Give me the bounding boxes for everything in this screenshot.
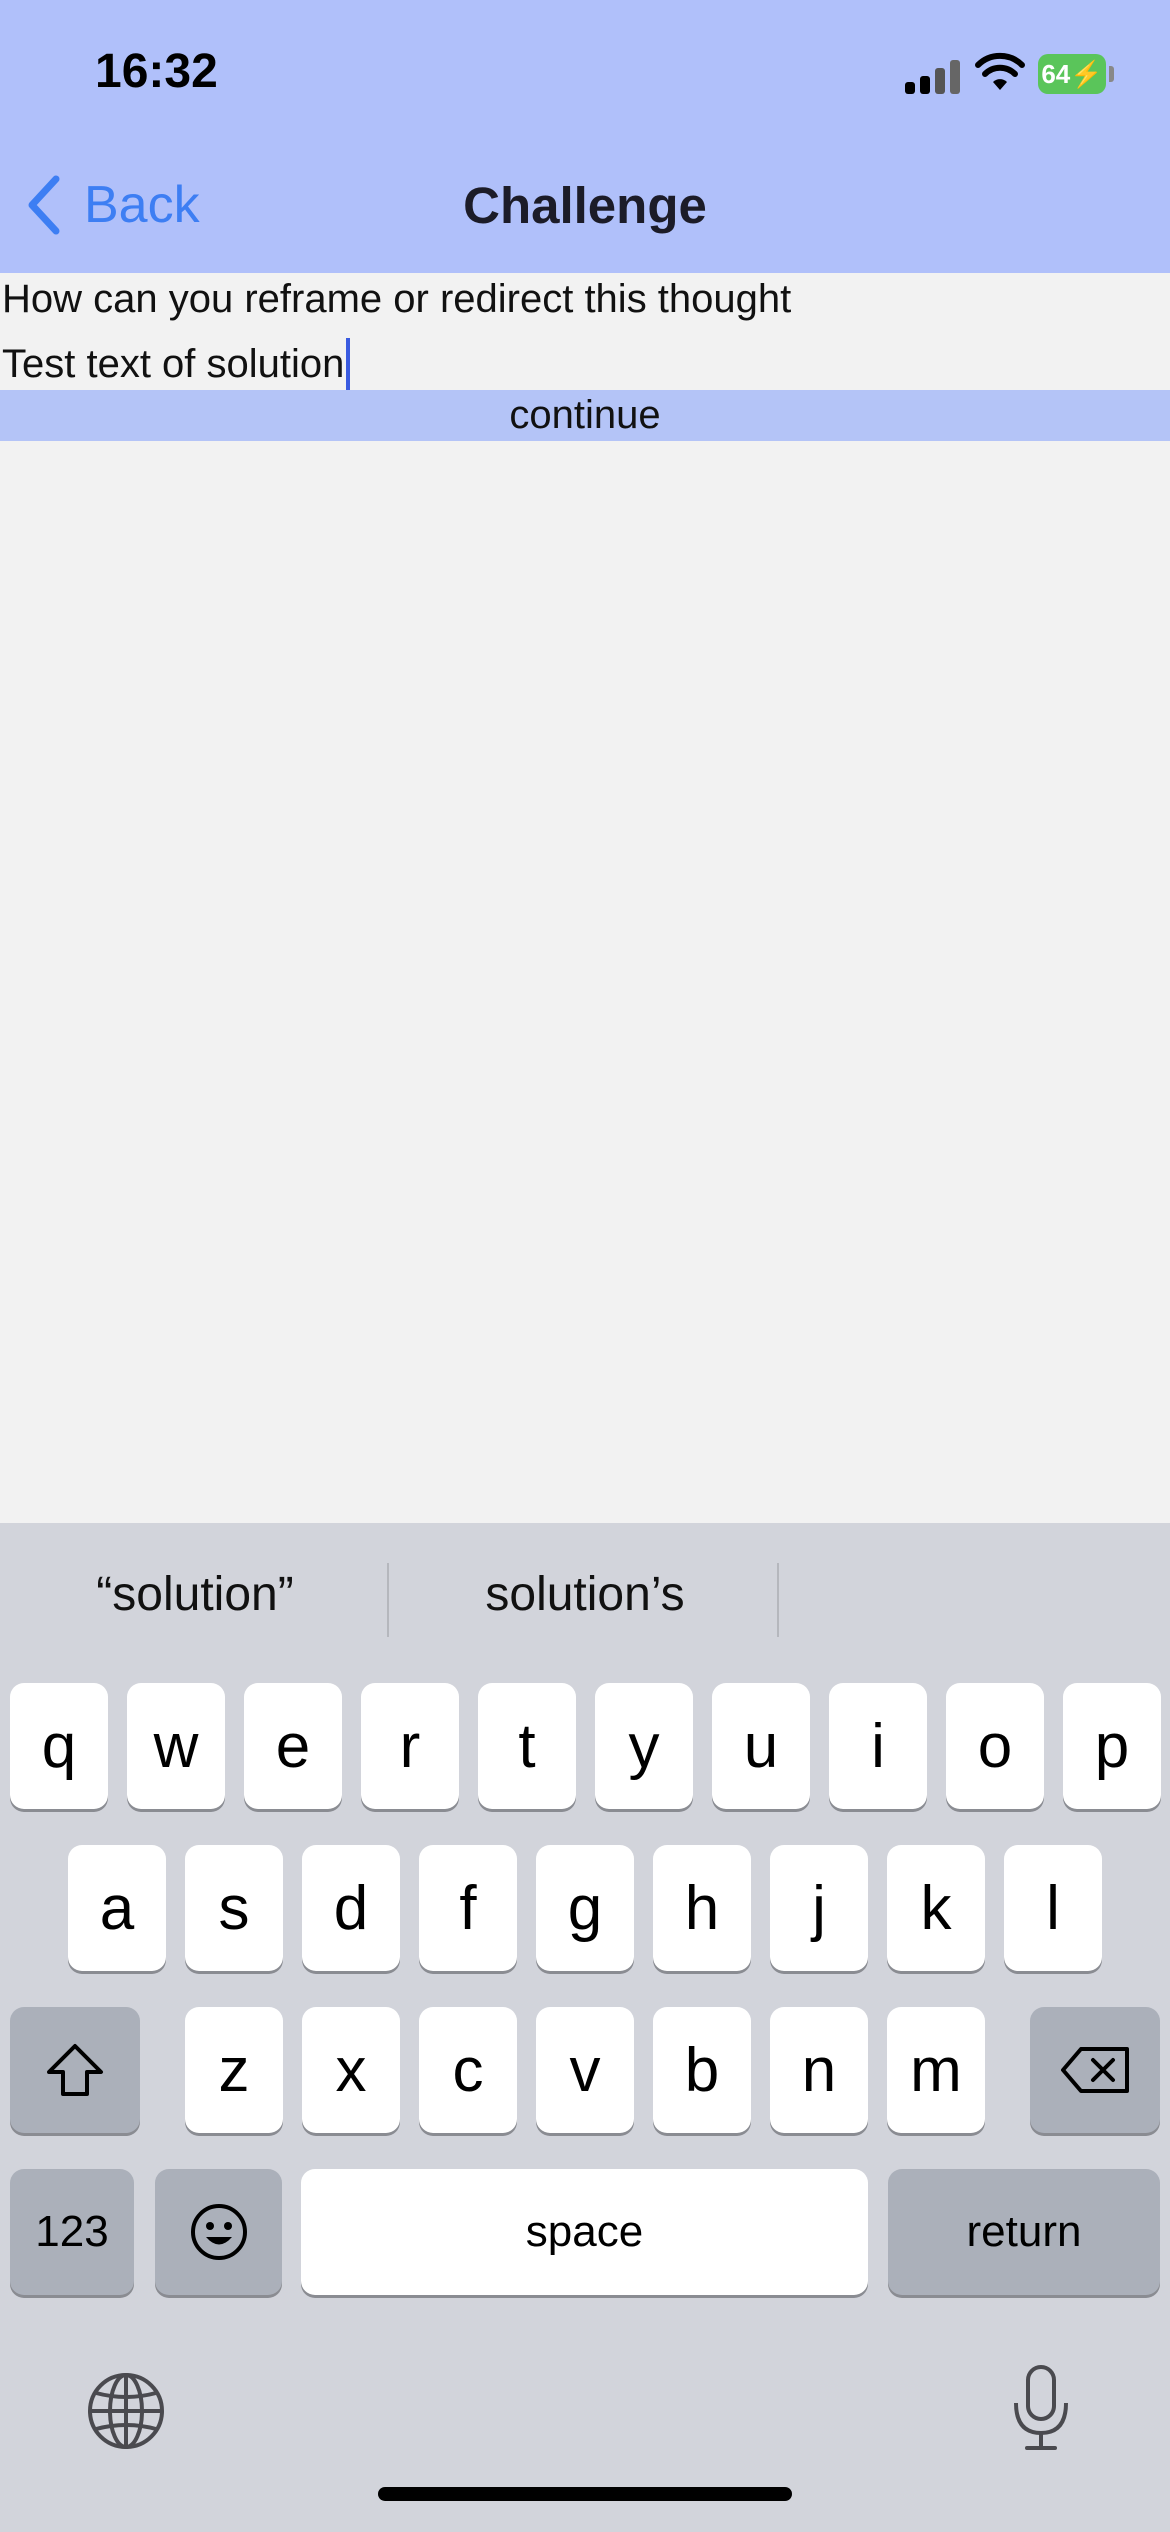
key-x[interactable]: x	[302, 2007, 400, 2133]
suggestion-divider	[777, 1563, 779, 1637]
key-u[interactable]: u	[712, 1683, 810, 1809]
home-indicator	[378, 2487, 792, 2501]
page-title: Challenge	[463, 177, 707, 234]
return-key[interactable]: return	[888, 2169, 1160, 2295]
shift-key[interactable]	[10, 2007, 140, 2133]
key-g[interactable]: g	[536, 1845, 634, 1971]
key-k[interactable]: k	[887, 1845, 985, 1971]
solution-input-value: Test text of solution	[2, 341, 345, 386]
delete-key[interactable]	[1030, 2007, 1160, 2133]
key-q[interactable]: q	[10, 1683, 108, 1809]
key-o[interactable]: o	[946, 1683, 1044, 1809]
key-z[interactable]: z	[185, 2007, 283, 2133]
text-caret	[346, 338, 351, 390]
navigation-header: 16:32 64⚡ Back Challenge	[0, 0, 1170, 273]
question-label: How can you reframe or redirect this tho…	[2, 277, 792, 321]
key-j[interactable]: j	[770, 1845, 868, 1971]
emoji-icon	[190, 2204, 247, 2260]
key-a[interactable]: a	[68, 1845, 166, 1971]
suggestion-2[interactable]: solution’s	[400, 1567, 770, 1622]
suggestion-divider	[387, 1563, 389, 1637]
globe-icon[interactable]	[86, 2371, 166, 2451]
cellular-signal-icon	[905, 58, 961, 94]
status-time: 16:32	[95, 45, 218, 98]
key-f[interactable]: f	[419, 1845, 517, 1971]
key-r[interactable]: r	[361, 1683, 459, 1809]
key-m[interactable]: m	[887, 2007, 985, 2133]
wifi-icon	[975, 52, 1025, 90]
suggestion-1[interactable]: “solution”	[20, 1567, 370, 1622]
keyboard: “solution” solution’s q w e r t y u i o …	[0, 1523, 1170, 2532]
key-y[interactable]: y	[595, 1683, 693, 1809]
battery-tip	[1109, 66, 1114, 82]
key-t[interactable]: t	[478, 1683, 576, 1809]
key-w[interactable]: w	[127, 1683, 225, 1809]
key-h[interactable]: h	[653, 1845, 751, 1971]
emoji-key[interactable]	[155, 2169, 282, 2295]
key-l[interactable]: l	[1004, 1845, 1102, 1971]
solution-input[interactable]: Test text of solution	[2, 338, 351, 390]
key-n[interactable]: n	[770, 2007, 868, 2133]
backspace-icon	[1061, 2047, 1129, 2093]
continue-button[interactable]: continue	[0, 390, 1170, 441]
key-v[interactable]: v	[536, 2007, 634, 2133]
microphone-icon[interactable]	[1010, 2363, 1072, 2453]
space-key[interactable]: space	[301, 2169, 868, 2295]
battery-level: 64	[1041, 59, 1071, 89]
key-b[interactable]: b	[653, 2007, 751, 2133]
key-c[interactable]: c	[419, 2007, 517, 2133]
key-s[interactable]: s	[185, 1845, 283, 1971]
key-i[interactable]: i	[829, 1683, 927, 1809]
shift-icon	[47, 2044, 103, 2096]
key-d[interactable]: d	[302, 1845, 400, 1971]
battery-icon: 64⚡	[1038, 54, 1106, 94]
key-p[interactable]: p	[1063, 1683, 1161, 1809]
predictive-bar: “solution” solution’s	[0, 1523, 1170, 1673]
key-e[interactable]: e	[244, 1683, 342, 1809]
numbers-key[interactable]: 123	[10, 2169, 134, 2295]
